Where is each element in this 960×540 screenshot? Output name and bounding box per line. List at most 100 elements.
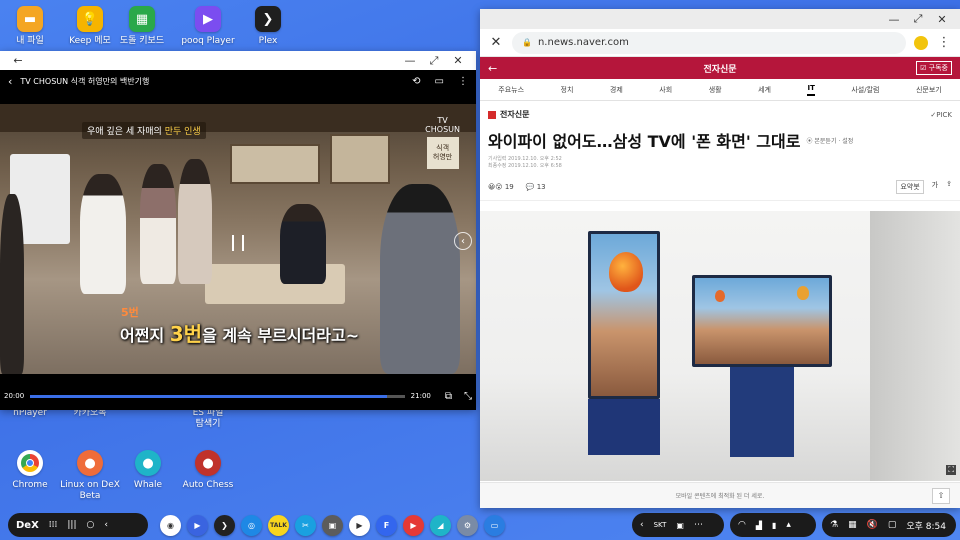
article-hero-image[interactable]: ⛶ [480,211,960,481]
maximize-icon[interactable]: ⤢ [422,54,446,68]
current-time: 20:00 [4,392,25,400]
play-store-icon[interactable]: ▶ [349,514,370,536]
channel-logo: TV CHOSUN 식객 허영만 [425,116,460,169]
screenshot-icon[interactable]: ▢ [888,520,897,530]
browser-toolbar: ✕ 🔒 n.news.naver.com ⋮ [480,29,960,57]
samsung-app-icon[interactable]: ▭ [484,514,505,536]
font-size-button[interactable]: 가 [932,180,938,194]
whale-icon: ● [135,450,161,476]
chrome-icon[interactable]: ◉ [160,514,181,536]
video-editor-icon[interactable]: ✂ [295,514,316,536]
keyboard-icon: ▦ [129,6,155,32]
tab-6[interactable]: IT [807,84,815,96]
more-vert-icon[interactable]: ⋮ [458,76,468,87]
carrier-label: SKT [653,521,667,529]
browser-extension-icon[interactable] [914,35,928,50]
close-icon[interactable]: ✕ [446,54,470,67]
share-icon[interactable]: ⇪ [946,180,952,194]
tab-3[interactable]: 사회 [659,85,672,95]
comment-count: 13 [536,183,546,191]
browser-titlebar[interactable]: — ⤢ ✕ [480,9,960,29]
wifi-icon[interactable]: ◠ [738,520,746,530]
rotate-icon[interactable]: ⟲ [412,76,420,87]
desktop-icon-label: Whale [133,480,163,490]
headline-text: 와이파이 없어도…삼성 TV에 '폰 화면' 그대로 [488,132,801,151]
tab-7[interactable]: 사설/칼럼 [851,85,879,95]
chevron-left-icon[interactable]: ‹ [8,75,12,88]
desktop-icon-keyboard[interactable]: ▦ 도돌 키보드 [104,6,180,47]
minimize-icon[interactable]: — [882,13,906,26]
desktop-icon-auto-chess[interactable]: ● Auto Chess [170,450,246,491]
close-tab-icon[interactable]: ✕ [488,35,504,50]
audio-settings-link[interactable]: ⦿ 본문듣기 · 설정 [806,136,853,145]
seek-bar[interactable] [30,394,405,398]
back-arrow-icon[interactable]: ← [488,62,497,75]
minimize-icon[interactable]: — [398,54,422,67]
tab-1[interactable]: 정치 [561,85,574,95]
video-caption-top: 우애 깊은 세 자매의 만두 인생 [82,122,206,139]
seek-bar-fill [30,394,387,398]
caption-text: 우애 깊은 세 자매의 [87,127,162,137]
fullscreen-exit-icon[interactable]: ⤡ [464,391,472,402]
chevron-left-icon[interactable]: ‹ [640,520,644,530]
subscribe-button[interactable]: ☑ 구독중 [916,61,952,75]
back-arrow-icon[interactable]: ← [6,54,30,67]
cast-icon[interactable]: ▭ [435,76,444,87]
section-title: 전자신문 [703,64,737,75]
plex-icon[interactable]: ❯ [214,514,235,536]
tab-2[interactable]: 경제 [610,85,623,95]
tab-8[interactable]: 신문보기 [916,85,942,95]
notification-pill: ‹ SKT ▣ ⋯ [632,513,724,537]
browser-icon[interactable]: ◎ [241,514,262,536]
next-chevron-icon[interactable]: ‹ [454,232,472,250]
video-controls: 20:00 21:00 ⧉ ⤡ [0,382,476,410]
press-name[interactable]: 전자신문 [488,109,952,120]
expand-up-icon[interactable]: ▴ [786,520,791,530]
video-surface[interactable]: ‹ TV CHOSUN 식객 허영만의 백반기행 ⟲ ▭ ⋮ 우애 깊은 세 자… [0,70,476,410]
desktop-icon-label: 도돌 키보드 [119,36,165,46]
tab-0[interactable]: 주요뉴스 [498,85,524,95]
more-vert-icon[interactable]: ⋮ [936,35,952,50]
gallery-notification-icon[interactable]: ▣ [676,521,684,530]
scroll-top-button[interactable]: ⇧ [932,487,950,504]
video-player-icon[interactable]: ▶ [187,514,208,536]
settings-icon[interactable]: ⚙ [457,514,478,536]
summary-bot-button[interactable]: 요약봇 [896,180,924,194]
dex-taskbar: DeX ⁞⁞⁞ ||| ○ ‹ ◉ ▶ ❯ ◎ TALK ✂ ▣ ▶ F ▶ ◢ ⚙ ▭ ‹ SKT ▣… [0,510,960,540]
gallery-icon[interactable]: ▣ [322,514,343,536]
whale-icon[interactable]: ◢ [430,514,451,536]
popup-window-icon[interactable]: ⧉ [445,391,452,402]
tab-5[interactable]: 세계 [758,85,771,95]
close-icon[interactable]: ✕ [930,13,954,26]
video-top-bar: ‹ TV CHOSUN 식객 허영만의 백반기행 ⟲ ▭ ⋮ [0,70,476,92]
desktop-icon-plex[interactable]: ❯ Plex [230,6,306,47]
pause-icon[interactable] [232,235,244,251]
article-updated: 최종수정 2019.12.10. 오후 6:58 [488,163,562,169]
back-icon[interactable]: ‹ [104,520,108,530]
video-window-titlebar[interactable]: ← — ⤢ ✕ [0,51,476,70]
battery-icon[interactable]: ▮ [772,521,776,530]
maximize-icon[interactable]: ⤢ [906,12,930,26]
url-text: n.news.naver.com [537,37,629,48]
app-grid-icon[interactable]: ⁞⁞⁞ [49,520,58,530]
lab-flask-icon[interactable]: ⚗ [830,520,838,530]
image-expand-icon[interactable]: ⛶ [946,465,956,475]
f-app-icon[interactable]: F [376,514,397,536]
recents-icon[interactable]: ||| [67,520,76,530]
comment-button[interactable]: 💬 13 [526,183,546,191]
like-button[interactable]: 😀😮 19 [488,183,514,191]
desktop-icon-label: 내 파일 [16,36,44,46]
address-bar[interactable]: 🔒 n.news.naver.com [512,31,906,54]
quick-settings-pill: ⚗ ▦ 🔇 ▢ 오후 8:54 [822,513,956,537]
keyboard-icon[interactable]: ▦ [848,520,857,530]
home-icon[interactable]: ○ [87,520,95,530]
more-notifications-icon[interactable]: ⋯ [694,520,703,530]
signal-icon[interactable]: ▟ [756,521,762,530]
article-header: 전자신문 ✓PICK 와이파이 없어도…삼성 TV에 '폰 화면' 그대로 ⦿ … [480,101,960,174]
article-reactions: 😀😮 19 💬 13 요약봇 가 ⇪ [480,174,960,201]
youtube-icon[interactable]: ▶ [403,514,424,536]
mute-icon[interactable]: 🔇 [867,520,878,530]
tab-4[interactable]: 생활 [709,85,722,95]
kakaotalk-icon[interactable]: TALK [268,514,289,536]
dex-button[interactable]: DeX [16,520,39,531]
